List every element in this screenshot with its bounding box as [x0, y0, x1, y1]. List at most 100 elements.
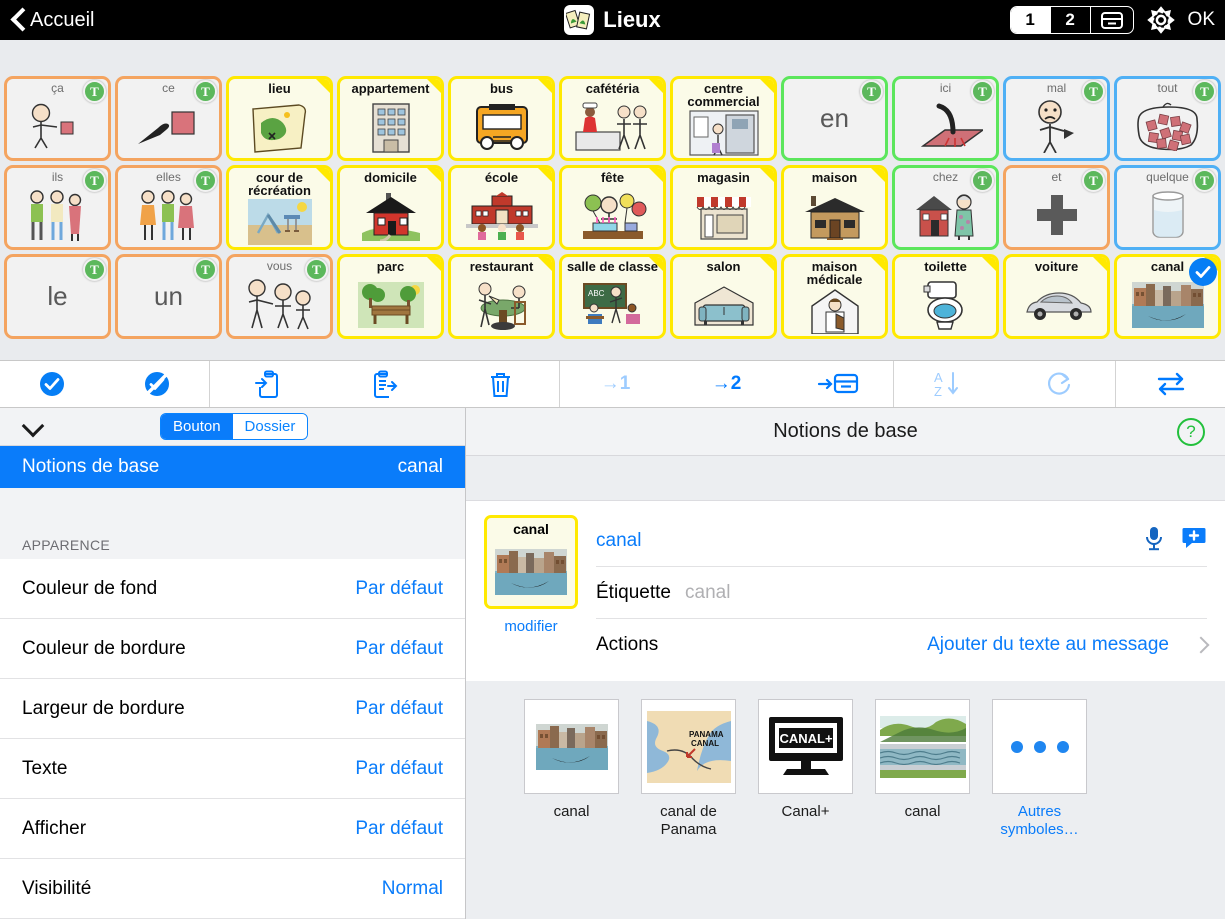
grid-cell-cour-de-r-cr-ation[interactable]: cour de récréation [226, 165, 333, 250]
etiquette-input[interactable]: canal [685, 582, 730, 604]
grid-cell-canal[interactable]: canal [1114, 254, 1221, 339]
symbol-image: PANAMACANAL [641, 699, 736, 794]
corner-fold [315, 78, 331, 94]
tab-dossier[interactable]: Dossier [233, 414, 308, 439]
grid-cell-voiture[interactable]: voiture [1003, 254, 1110, 339]
grid-cell-ils[interactable]: ilsT [4, 165, 111, 250]
name-row-actions [1143, 525, 1207, 556]
actions-label: Actions [596, 634, 658, 656]
tab-bouton[interactable]: Bouton [161, 414, 233, 439]
segment-page-2[interactable]: 2 [1051, 7, 1091, 33]
option-value[interactable]: Par défaut [355, 578, 443, 600]
help-icon[interactable]: ? [1177, 418, 1205, 446]
grid-cell-tout[interactable]: toutT [1114, 76, 1221, 161]
paste-into-icon[interactable] [237, 361, 299, 407]
grid-cell-f-te[interactable]: fête [559, 165, 666, 250]
page-segmented-control[interactable]: 1 2 [1010, 6, 1134, 34]
grid-cell-mal[interactable]: malT [1003, 76, 1110, 161]
grid-cell-image [1006, 183, 1107, 247]
option-row[interactable]: Couleur de fondPar défaut [0, 559, 465, 619]
grid-cell-image [895, 183, 996, 247]
option-row[interactable]: Couleur de bordurePar défaut [0, 619, 465, 679]
swap-icon[interactable] [1140, 361, 1202, 407]
grid-cell-salon[interactable]: salon [670, 254, 777, 339]
corner-fold [981, 256, 997, 272]
option-row[interactable]: Largeur de bordurePar défaut [0, 679, 465, 739]
grid-cell-un[interactable]: unT [115, 254, 222, 339]
grid-cell-restaurant[interactable]: restaurant [448, 254, 555, 339]
gear-icon[interactable] [1146, 5, 1176, 35]
button-thumbnail[interactable]: canal [484, 515, 578, 609]
grid-cell-centre-commercial[interactable]: centre commercial [670, 76, 777, 161]
properties-header: Bouton Dossier [0, 408, 465, 446]
option-row[interactable]: AfficherPar défaut [0, 799, 465, 859]
option-row[interactable]: TextePar défaut [0, 739, 465, 799]
microphone-icon[interactable] [1143, 525, 1165, 556]
grid-cell-toilette[interactable]: toilette [892, 254, 999, 339]
option-value[interactable]: Par défaut [355, 638, 443, 660]
back-button[interactable]: Accueil [0, 7, 94, 33]
toolbar-group-clipboard [210, 361, 560, 407]
text-only-badge-icon: T [860, 80, 883, 103]
grid-cell-image [673, 273, 774, 336]
option-value[interactable]: Par défaut [355, 818, 443, 840]
option-value[interactable]: Normal [382, 878, 443, 900]
grid-cell-et[interactable]: etT [1003, 165, 1110, 250]
actions-value[interactable]: Ajouter du texte au message [927, 634, 1169, 656]
symbol-option[interactable]: PANAMACANALcanal de Panama [641, 699, 736, 838]
grid-cell-domicile[interactable]: domicile [337, 165, 444, 250]
grid-cell-salle-de-classe[interactable]: salle de classeABC [559, 254, 666, 339]
move-to-1[interactable]: →1 [585, 361, 647, 407]
grid-cell-le[interactable]: leT [4, 254, 111, 339]
grid-cell--a[interactable]: çaT [4, 76, 111, 161]
corner-fold [648, 256, 664, 272]
ok-button[interactable]: OK [1188, 9, 1215, 31]
grid-cell-maison-m-dicale[interactable]: maison médicale [781, 254, 888, 339]
grid-cell-magasin[interactable]: magasin [670, 165, 777, 250]
symbol-option[interactable]: canal [875, 699, 970, 821]
trash-icon[interactable] [470, 361, 532, 407]
actions-row[interactable]: Actions Ajouter du texte au message [596, 619, 1207, 671]
symbol-option[interactable]: canal [524, 699, 619, 821]
sort-az-icon[interactable]: A Z [918, 361, 980, 407]
grid-cell-lieu[interactable]: lieu [226, 76, 333, 161]
name-input[interactable]: canal [596, 530, 641, 552]
deselect-all-icon[interactable] [126, 361, 188, 407]
chevron-down-icon[interactable] [22, 416, 44, 438]
grid-cell-caf-t-ria[interactable]: cafétéria [559, 76, 666, 161]
grid-cell-elles[interactable]: ellesT [115, 165, 222, 250]
symbol-picker: canalPANAMACANALcanal de PanamaCANAL+Can… [466, 681, 1225, 919]
add-message-icon[interactable] [1181, 525, 1207, 556]
move-to-archive[interactable] [807, 361, 869, 407]
option-row[interactable]: VisibilitéNormal [0, 859, 465, 919]
grid-cell-quelque[interactable]: quelqueT [1114, 165, 1221, 250]
segment-page-1[interactable]: 1 [1011, 7, 1051, 33]
symbol-option[interactable]: CANAL+Canal+ [758, 699, 853, 821]
selected-set-row[interactable]: Notions de base canal [0, 446, 465, 487]
grid-cell-en[interactable]: enT [781, 76, 888, 161]
move-to-2[interactable]: →2 [696, 361, 758, 407]
symbol-option[interactable]: Autres symboles… [992, 699, 1087, 838]
modifier-link[interactable]: modifier [504, 618, 557, 635]
grid-cell-image [1006, 273, 1107, 336]
segment-archive[interactable] [1091, 7, 1133, 33]
grid-cell-ici[interactable]: iciT [892, 76, 999, 161]
bouton-dossier-segmented-control[interactable]: Bouton Dossier [160, 413, 308, 440]
select-all-icon[interactable] [21, 361, 83, 407]
grid-cell--cole[interactable]: école [448, 165, 555, 250]
grid-cell-chez[interactable]: chezT [892, 165, 999, 250]
grid-cell-maison[interactable]: maison [781, 165, 888, 250]
corner-fold [648, 78, 664, 94]
copy-out-icon[interactable] [353, 361, 415, 407]
grid-cell-vous[interactable]: vousT [226, 254, 333, 339]
grid-cell-bus[interactable]: bus [448, 76, 555, 161]
option-value[interactable]: Par défaut [355, 698, 443, 720]
grid-cell-ce[interactable]: ceT [115, 76, 222, 161]
selected-set-label: Notions de base [22, 456, 159, 478]
grid-cell-parc[interactable]: parc [337, 254, 444, 339]
option-value[interactable]: Par défaut [355, 758, 443, 780]
refresh-icon[interactable] [1029, 361, 1091, 407]
chevron-right-icon [1193, 637, 1210, 654]
grid-cell-appartement[interactable]: appartement [337, 76, 444, 161]
symbol-image [524, 699, 619, 794]
